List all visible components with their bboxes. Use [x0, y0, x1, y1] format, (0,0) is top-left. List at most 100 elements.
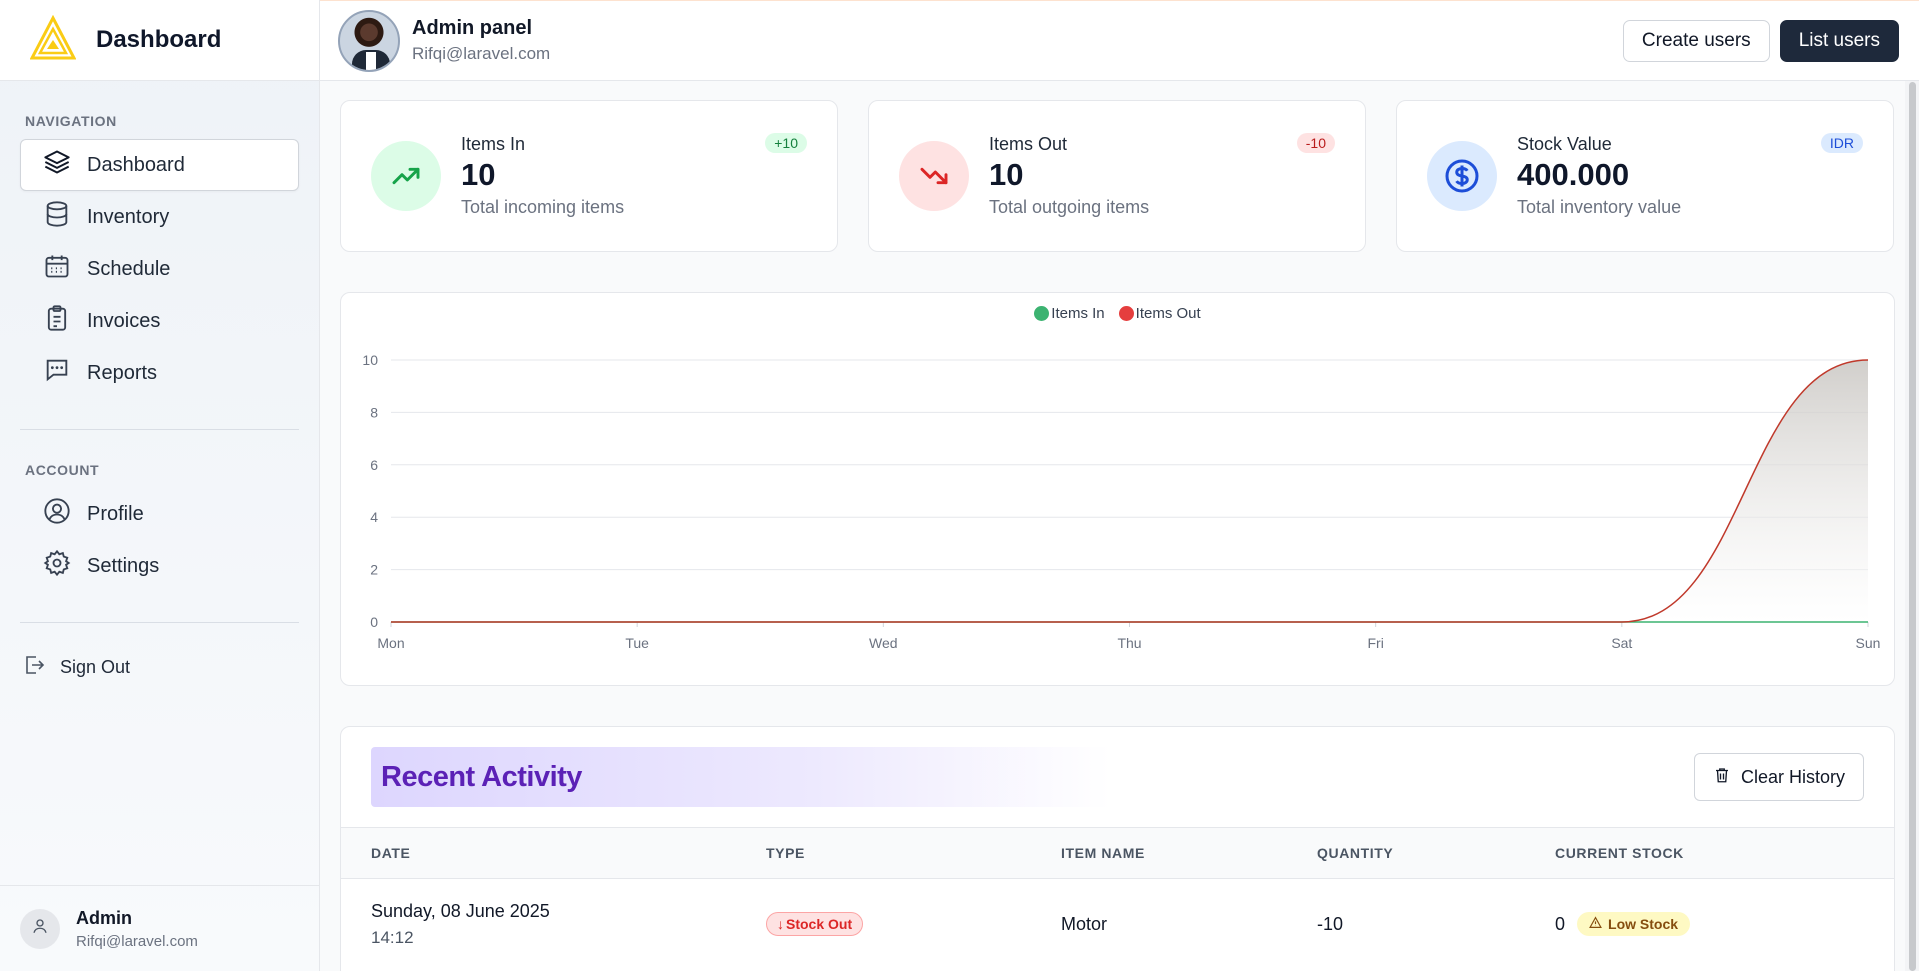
y-tick-label: 8: [370, 404, 378, 420]
chart-legend: Items In Items Out: [341, 305, 1894, 322]
trending-down-icon: [899, 141, 969, 211]
page-title: Admin panel: [412, 17, 533, 39]
calendar-icon: [43, 252, 71, 286]
row-quantity: -10: [1317, 913, 1344, 934]
sidebar-user[interactable]: Admin Rifqi@laravel.com: [0, 885, 320, 971]
status-badge: -10: [1296, 133, 1335, 153]
legend-label: Items In: [1051, 305, 1105, 322]
stat-card-items-out: Items Out 10 Total outgoing items -10: [868, 100, 1366, 252]
status-badge: Low Stock: [1577, 912, 1691, 936]
y-tick-label: 2: [370, 562, 378, 578]
clear-history-button[interactable]: Clear History: [1693, 753, 1864, 801]
x-tick-label: Thu: [1117, 635, 1141, 651]
stat-card-items-in: Items In 10 Total incoming items +10: [340, 100, 838, 252]
sidebar-item-label: Invoices: [87, 309, 161, 332]
user-icon: [31, 917, 49, 940]
series-area-items-out: [391, 360, 1868, 622]
navigation-section-label: NAVIGATION: [25, 113, 117, 129]
chart-plot: 0 2 4 6 8 10 Mon Tue Wed Thu Fri Sat Sun: [362, 352, 1881, 651]
series-line-items-out: [391, 359, 1869, 623]
row-stock: 0: [1555, 913, 1566, 934]
row-date: Sunday, 08 June 2025: [371, 900, 550, 921]
x-tick-label: Sun: [1856, 635, 1881, 651]
chat-icon: [43, 356, 71, 390]
x-tick-label: Mon: [377, 635, 404, 651]
sidebar-item-label: Reports: [87, 361, 158, 384]
sidebar-item-label: Profile: [87, 502, 144, 525]
table-row[interactable]: Sunday, 08 June 2025 14:12 ↓ Stock Out M…: [341, 879, 1894, 969]
layers-icon: [43, 148, 71, 182]
row-item-name: Motor: [1061, 913, 1108, 934]
avatar[interactable]: [338, 9, 400, 72]
topbar: Admin panel Rifqi@laravel.com Create use…: [320, 1, 1919, 81]
legend-dot: [1118, 306, 1134, 321]
sign-out-button[interactable]: Sign Out: [0, 647, 299, 687]
sidebar-item-reports[interactable]: Reports: [20, 347, 299, 399]
legend-label: Items Out: [1135, 305, 1201, 322]
sidebar-item-settings[interactable]: Settings: [20, 540, 299, 592]
sidebar-item-label: Inventory: [87, 205, 170, 228]
x-tick-label: Sat: [1611, 635, 1632, 651]
x-tick-label: Tue: [625, 635, 649, 651]
x-tick-label: Wed: [869, 635, 898, 651]
brand[interactable]: Dashboard: [0, 0, 319, 81]
sidebar-item-schedule[interactable]: Schedule: [20, 243, 299, 295]
account-section-label: ACCOUNT: [25, 462, 100, 478]
stat-subtitle: Total incoming items: [461, 197, 625, 217]
status-badge: +10: [765, 133, 807, 153]
gear-icon: [43, 549, 71, 583]
status-label: Low Stock: [1608, 916, 1679, 932]
y-tick-label: 6: [370, 457, 378, 473]
stat-value: 10: [989, 157, 1024, 192]
database-icon: [43, 200, 71, 234]
sign-out-label: Sign Out: [60, 656, 131, 677]
column-header: DATE: [371, 845, 411, 861]
sidebar-item-inventory[interactable]: Inventory: [20, 191, 299, 243]
warning-icon: [1589, 916, 1602, 932]
sidebar-item-label: Dashboard: [87, 153, 185, 176]
sign-out-icon: [22, 653, 46, 682]
x-tick-label: Fri: [1368, 635, 1384, 651]
stat-value: 10: [461, 157, 496, 192]
stat-label: Items In: [461, 134, 526, 154]
legend-item-out[interactable]: Items Out: [1118, 305, 1201, 322]
main-content: Items In 10 Total incoming items +10 Ite…: [340, 100, 1895, 971]
create-users-button[interactable]: Create users: [1622, 19, 1770, 62]
stat-subtitle: Total outgoing items: [989, 197, 1150, 217]
column-header: QUANTITY: [1317, 845, 1394, 861]
status-badge: IDR: [1820, 133, 1863, 153]
sidebar-item-label: Settings: [87, 554, 160, 577]
stat-value: 400.000: [1517, 157, 1630, 192]
scrollbar-thumb[interactable]: [1909, 82, 1916, 971]
row-time: 14:12: [371, 927, 414, 947]
dollar-icon: [1427, 141, 1497, 211]
activity-chart: Items In Items Out 0 2 4 6 8 10 Mon Tue Wed Thu Fr…: [340, 292, 1895, 686]
stat-label: Items Out: [989, 134, 1068, 154]
sidebar-item-dashboard[interactable]: Dashboard: [20, 139, 299, 191]
column-header: TYPE: [766, 845, 805, 861]
brand-title: Dashboard: [96, 26, 222, 53]
stat-label: Stock Value: [1517, 134, 1612, 154]
type-label: Stock Out: [786, 916, 853, 932]
header-email: Rifqi@laravel.com: [412, 44, 551, 63]
y-tick-label: 10: [362, 352, 378, 368]
column-header: ITEM NAME: [1061, 845, 1145, 861]
sidebar-item-profile[interactable]: Profile: [20, 488, 299, 540]
table-header: DATE TYPE ITEM NAME QUANTITY CURRENT STO…: [341, 827, 1894, 879]
recent-activity: Recent Activity Clear History DATE TYPE …: [340, 726, 1895, 971]
stat-card-stock-value: Stock Value 400.000 Total inventory valu…: [1396, 100, 1894, 252]
sidebar-user-name: Admin: [76, 907, 132, 928]
stat-subtitle: Total inventory value: [1517, 197, 1682, 217]
logo-icon: [29, 14, 77, 66]
legend-item-in[interactable]: Items In: [1034, 305, 1105, 322]
y-tick-label: 0: [370, 614, 378, 630]
sidebar-item-label: Schedule: [87, 257, 171, 280]
trash-icon: [1713, 766, 1731, 789]
list-users-button[interactable]: List users: [1779, 19, 1899, 62]
sidebar: Dashboard NAVIGATION Dashboard Inventory…: [0, 0, 320, 971]
column-header: CURRENT STOCK: [1555, 845, 1684, 861]
arrow-down-icon: ↓: [777, 916, 784, 932]
trending-up-icon: [371, 141, 441, 211]
y-tick-label: 4: [370, 509, 378, 525]
sidebar-item-invoices[interactable]: Invoices: [20, 295, 299, 347]
